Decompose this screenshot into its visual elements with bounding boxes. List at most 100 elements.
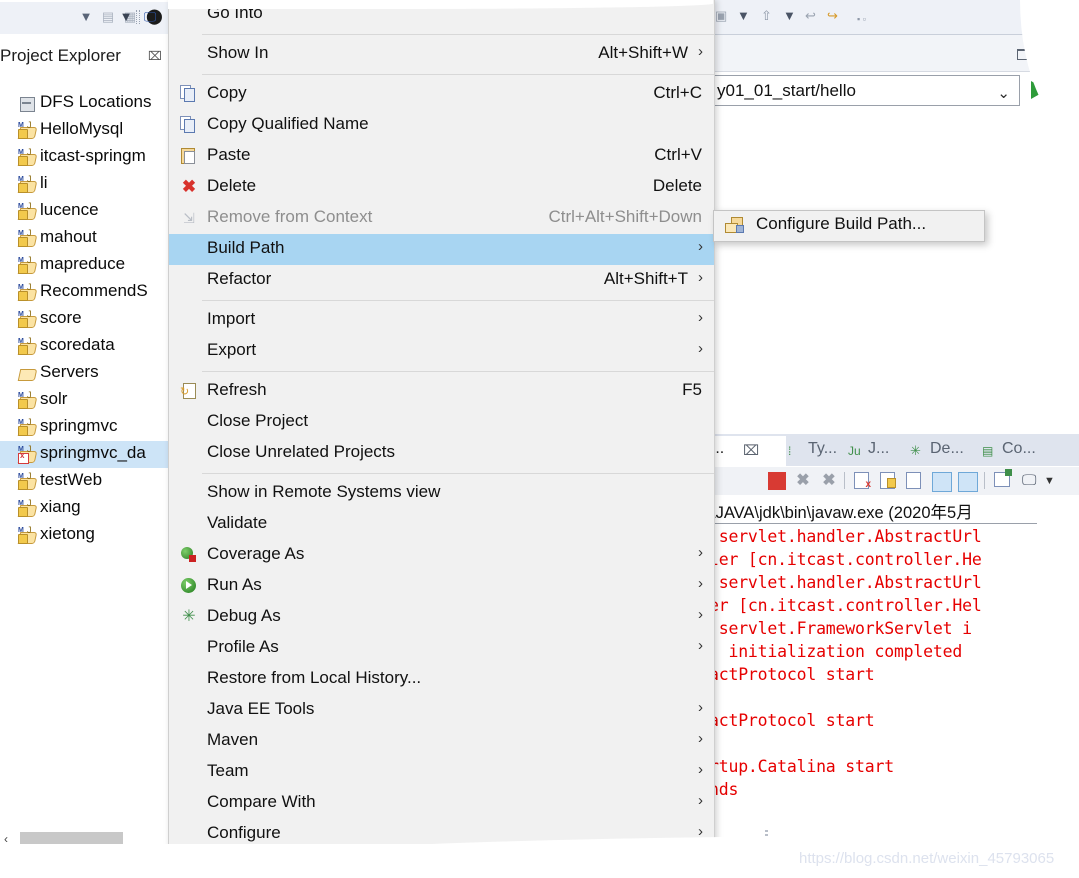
menu-item-label: Profile As	[207, 637, 279, 656]
run-arrow-icon[interactable]	[1031, 81, 1047, 99]
menu-item-delete[interactable]: ✖ Delete Delete	[169, 172, 714, 203]
console-line: er [cn.itcast.controller.Hel	[709, 596, 982, 615]
remove-launch-icon[interactable]: ✖	[794, 472, 812, 490]
tree-item-li[interactable]: M Jli	[0, 171, 168, 198]
tree-item-springmvc-da[interactable]: MJspringmvc_da	[0, 441, 168, 468]
pin-console-icon[interactable]	[932, 472, 952, 492]
console-tab-2[interactable]: Ju J...	[848, 436, 908, 466]
back-arrow-icon[interactable]: ↩	[805, 8, 816, 24]
menu-item-team[interactable]: Team ›	[169, 757, 714, 788]
console-menu-icon[interactable]: 🖵	[1022, 472, 1040, 490]
console-output[interactable]: \JAVA\jdk\bin\javaw.exe (2020年5月 .servle…	[700, 495, 1079, 844]
tree-item-label: score	[40, 308, 82, 327]
menu-item-compare-with[interactable]: Compare With ›	[169, 788, 714, 819]
url-input[interactable]: y01_01_start/hello	[717, 81, 856, 101]
menu-item-label: Source	[207, 854, 261, 873]
chevron-down-icon-2[interactable]: ▼	[783, 8, 796, 23]
editor-canvas[interactable]	[713, 109, 1079, 434]
tree-item-xiang[interactable]: M Jxiang	[0, 495, 168, 522]
menu-item-java-ee-tools[interactable]: Java EE Tools ›	[169, 695, 714, 726]
chevron-down-icon[interactable]: ⌄	[997, 84, 1010, 102]
menu-item-maven[interactable]: Maven ›	[169, 726, 714, 757]
tree-item-score[interactable]: M Jscore	[0, 306, 168, 333]
save-icon[interactable]: ▤	[100, 9, 116, 25]
configure-build-path-item[interactable]: Configure Build Path...	[756, 214, 926, 234]
menu-item-close-unrelated-projects[interactable]: Close Unrelated Projects	[169, 438, 714, 469]
debug-dropdown-icon[interactable]: ▼	[118, 9, 134, 25]
more-icon[interactable]: ▪ ▫	[857, 14, 866, 24]
menu-item-profile-as[interactable]: Profile As ›	[169, 633, 714, 664]
menu-item-show-in-remote-systems-view[interactable]: Show in Remote Systems view	[169, 478, 714, 509]
project-context-menu[interactable]: Go Into Show In Alt+Shift+W › Copy Ctrl+C Copy…	[168, 0, 715, 878]
menu-item-paste[interactable]: Paste Ctrl+V	[169, 141, 714, 172]
terminate-icon[interactable]	[768, 472, 786, 490]
sash-grip[interactable]	[765, 830, 768, 846]
remove-all-launches-icon[interactable]: ✖	[820, 472, 838, 490]
menu-item-debug-as[interactable]: ✳ Debug As ›	[169, 602, 714, 633]
console-line: actProtocol start	[709, 665, 875, 684]
menu-item-export[interactable]: Export ›	[169, 336, 714, 367]
menu-item-refresh[interactable]: ↻ Refresh F5	[169, 376, 714, 407]
minimize-icon[interactable]	[1017, 49, 1031, 60]
chevron-down-icon[interactable]: ▼	[78, 9, 94, 25]
menu-item-label: Go Into	[207, 3, 263, 22]
menu-item-build-path[interactable]: Build Path ›	[169, 234, 714, 265]
menu-item-label: Refresh	[207, 380, 267, 399]
tree-item-mahout[interactable]: M Jmahout	[0, 225, 168, 252]
menu-item-source[interactable]: Source ›	[169, 850, 714, 878]
tree-item-springmvc[interactable]: M Jspringmvc	[0, 414, 168, 441]
tree-item-testweb[interactable]: M JtestWeb	[0, 468, 168, 495]
menu-item-remove-from-context[interactable]: ⇲ Remove from Context Ctrl+Alt+Shift+Down	[169, 203, 714, 234]
menu-item-validate[interactable]: Validate	[169, 509, 714, 540]
menu-item-show-in[interactable]: Show In Alt+Shift+W ›	[169, 39, 714, 70]
menu-item-refactor[interactable]: Refactor Alt+Shift+T ›	[169, 265, 714, 296]
tree-item-scoredata[interactable]: M Jscoredata	[0, 333, 168, 360]
menu-item-copy[interactable]: Copy Ctrl+C	[169, 79, 714, 110]
project-explorer-title-bar[interactable]: Project Explorer ⌧	[0, 46, 168, 70]
build-path-submenu[interactable]: Configure Build Path...	[713, 210, 985, 242]
tree-item-lucence[interactable]: M Jlucence	[0, 198, 168, 225]
menu-item-restore-from-local-history[interactable]: Restore from Local History...	[169, 664, 714, 695]
open-type-icon[interactable]: ⇧	[761, 8, 772, 24]
menu-item-go-into[interactable]: Go Into	[169, 0, 714, 30]
open-console-icon[interactable]	[994, 469, 1012, 490]
console-tab-bar[interactable]: o...⌧⁞Ty...JuJ...✳De...▤Co...	[700, 434, 1079, 466]
menu-item-close-project[interactable]: Close Project	[169, 407, 714, 438]
url-combo-box[interactable]: y01_01_start/hello ⌄	[711, 75, 1020, 106]
clear-console-icon[interactable]: x	[854, 472, 872, 490]
show-console-on-output-icon[interactable]	[906, 472, 924, 490]
console-tab-4[interactable]: ▤ Co...	[982, 436, 1056, 466]
close-icon[interactable]: ⌧	[148, 49, 162, 63]
display-selected-console-icon[interactable]	[958, 472, 978, 492]
terminal-icon[interactable]: 🖵	[142, 9, 158, 25]
tree-item-xietong[interactable]: M Jxietong	[0, 522, 168, 549]
chevron-right-icon: ›	[698, 854, 703, 871]
menu-item-configure[interactable]: Configure ›	[169, 819, 714, 850]
perspective-icon[interactable]: ▣	[715, 8, 727, 24]
menu-item-import[interactable]: Import ›	[169, 305, 714, 336]
menu-item-coverage-as[interactable]: Coverage As ›	[169, 540, 714, 571]
project-tree[interactable]: DFS Locations M J HelloMysql M Jitcast-spring…	[0, 90, 168, 549]
coverage-icon	[180, 546, 198, 564]
forward-arrow-icon[interactable]: ↪	[827, 8, 838, 24]
view-menu-icon[interactable]: ▼	[1044, 472, 1062, 490]
menu-item-copy-qualified-name[interactable]: Copy Qualified Name	[169, 110, 714, 141]
console-tab-3[interactable]: ✳ De...	[910, 436, 980, 466]
tree-item-servers[interactable]: Servers	[0, 360, 168, 387]
tree-item-itcast-springm[interactable]: M Jitcast-springm	[0, 144, 168, 171]
close-icon[interactable]: ⌧	[743, 442, 759, 459]
menu-item-run-as[interactable]: Run As ›	[169, 571, 714, 602]
scrollbar-thumb[interactable]	[20, 832, 123, 847]
tree-item-solr[interactable]: M Jsolr	[0, 387, 168, 414]
screenshot-root: ▼ ▤ ▦ ⬤ ▼ 🖵 Project Explorer ⌧ DFS Locat…	[0, 0, 1079, 878]
chevron-down-icon[interactable]: ▼	[737, 8, 750, 23]
scroll-left-arrow[interactable]: ‹	[4, 832, 8, 846]
internet-explorer-icon[interactable]	[1060, 76, 1079, 102]
tree-item-recommends[interactable]: M J RecommendS	[0, 279, 168, 306]
scroll-lock-icon[interactable]	[880, 472, 898, 490]
tree-item-mapreduce[interactable]: M Jmapreduce	[0, 252, 168, 279]
console-tab-1[interactable]: ⁞ Ty...	[788, 436, 846, 466]
console-line: rtup.Catalina start	[709, 757, 894, 776]
tree-item-dfs-locations[interactable]: DFS Locations	[0, 90, 168, 117]
tree-item-hellomysql[interactable]: M J HelloMysql	[0, 117, 168, 144]
